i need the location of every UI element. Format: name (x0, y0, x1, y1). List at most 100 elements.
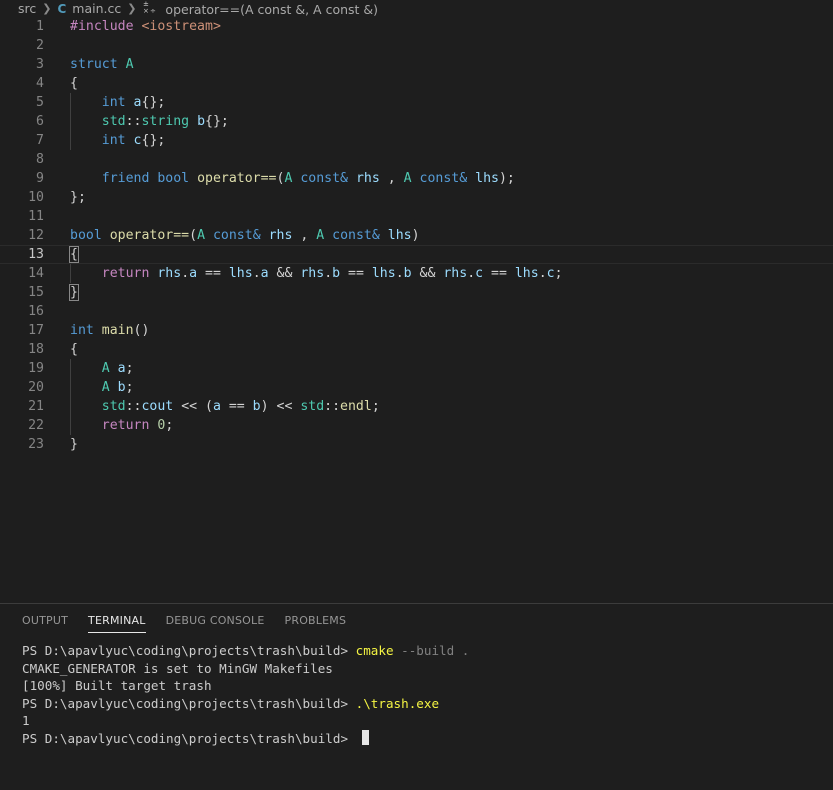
line-number: 16 (28, 304, 44, 319)
indent-guide (70, 264, 71, 283)
code-line[interactable]: 3 struct A (0, 55, 833, 74)
line-number: 11 (28, 209, 44, 224)
line-number: 15 (28, 285, 44, 300)
code-token: c (133, 133, 142, 148)
code-token: ; (125, 380, 134, 395)
code-token: endl (340, 399, 372, 414)
code-line[interactable]: 17 int main() (0, 321, 833, 340)
code-token: A (403, 171, 412, 186)
tab-terminal[interactable]: TERMINAL (88, 614, 146, 633)
code-line[interactable]: 18 { (0, 340, 833, 359)
code-line[interactable]: 19 A a; (0, 359, 833, 378)
code-line[interactable]: 6 std::string b{}; (0, 112, 833, 131)
tab-problems[interactable]: PROBLEMS (285, 614, 347, 633)
code-token: } (69, 284, 79, 301)
terminal-cursor (361, 729, 369, 745)
code-token: bool (157, 171, 190, 186)
code-line[interactable]: 9 friend bool operator==(A const& rhs , … (0, 169, 833, 188)
code-token: == (197, 266, 229, 281)
code-line[interactable]: 7 int c{}; (0, 131, 833, 150)
breadcrumb-folder[interactable]: src (18, 1, 36, 16)
breadcrumb-file[interactable]: C main.cc (57, 1, 121, 16)
code-line[interactable]: 20 A b; (0, 378, 833, 397)
line-number: 19 (28, 361, 44, 376)
line-number: 23 (28, 437, 44, 452)
code-line[interactable]: 11 (0, 207, 833, 226)
code-token: lhs (228, 266, 253, 281)
code-token: & (371, 228, 380, 243)
code-line[interactable]: 22 return 0; (0, 416, 833, 435)
code-token: bool (70, 228, 102, 243)
code-token: std (101, 399, 126, 414)
code-token: && (268, 266, 301, 281)
code-token: b (197, 114, 206, 129)
code-token: {}; (141, 133, 166, 148)
code-line[interactable]: 5 int a{}; (0, 93, 833, 112)
code-token: , (379, 171, 404, 186)
code-line[interactable]: 1 #include <iostream> (0, 17, 833, 36)
code-token: b (252, 399, 261, 414)
line-number: 8 (36, 152, 44, 167)
code-token: cout (141, 399, 174, 414)
code-token: operator== (109, 228, 190, 243)
code-text: return 0; (70, 416, 174, 435)
code-token: int (70, 323, 94, 338)
code-line[interactable]: 12 bool operator==(A const& rhs , A const… (0, 226, 833, 245)
code-text: return rhs.a == lhs.a && rhs.b == lhs.b … (70, 264, 563, 283)
code-token: . (538, 266, 547, 281)
code-token: << ( (173, 399, 213, 414)
code-line[interactable]: 4{ (0, 74, 833, 93)
code-text: std::cout << (a == b) << std::endl; (70, 397, 380, 416)
code-line[interactable]: 23} (0, 435, 833, 454)
line-number: 13 (28, 247, 44, 262)
code-line[interactable]: 10}; (0, 188, 833, 207)
code-token: == (220, 399, 253, 414)
code-token: lhs (475, 171, 499, 186)
code-token: b (117, 380, 126, 395)
line-number: 21 (28, 399, 44, 414)
code-line[interactable]: 14 return rhs.a == lhs.a && rhs.b == lhs… (0, 264, 833, 283)
tab-output[interactable]: OUTPUT (22, 614, 68, 633)
code-text: } (70, 435, 78, 454)
code-line[interactable]: 15} (0, 283, 833, 302)
code-token: main (101, 323, 134, 338)
code-editor[interactable]: 1 #include <iostream> 2 3 struct A 4{5 int a{… (0, 17, 833, 602)
bottom-panel: OUTPUT TERMINAL DEBUG CONSOLE PROBLEMS PS D… (0, 603, 833, 790)
code-token: rhs (268, 228, 293, 243)
code-token: struct (70, 57, 118, 72)
tab-debug-console[interactable]: DEBUG CONSOLE (166, 614, 265, 633)
code-token: && (411, 266, 444, 281)
code-token: () (133, 323, 150, 338)
line-number: 7 (36, 133, 44, 148)
breadcrumb-symbol[interactable]: ± ÷ × operator==(A const &, A const &) (142, 0, 378, 17)
line-number: 17 (28, 323, 44, 338)
code-token: . (395, 266, 404, 281)
terminal-line: CMAKE_GENERATOR is set to MinGW Makefile… (22, 660, 333, 676)
line-number: 12 (28, 228, 44, 243)
code-text: { (70, 340, 78, 359)
code-token: int (101, 95, 126, 110)
code-line[interactable]: 13 { (0, 245, 833, 264)
code-token: A (316, 228, 325, 243)
code-token: A (101, 361, 110, 376)
code-text: #include <iostream> (70, 17, 221, 36)
code-token: lhs (371, 266, 396, 281)
code-token: b (332, 266, 341, 281)
code-line[interactable]: 2 (0, 36, 833, 55)
code-token: rhs (157, 266, 182, 281)
code-line[interactable]: 8 (0, 150, 833, 169)
line-number: 1 (36, 19, 44, 34)
code-token: . (467, 266, 476, 281)
code-line[interactable]: 21 std::cout << (a == b) << std::endl; (0, 397, 833, 416)
terminal[interactable]: PS D:\apavlyuc\coding\projects\trash\bui… (22, 642, 469, 747)
code-line[interactable]: 16 (0, 302, 833, 321)
